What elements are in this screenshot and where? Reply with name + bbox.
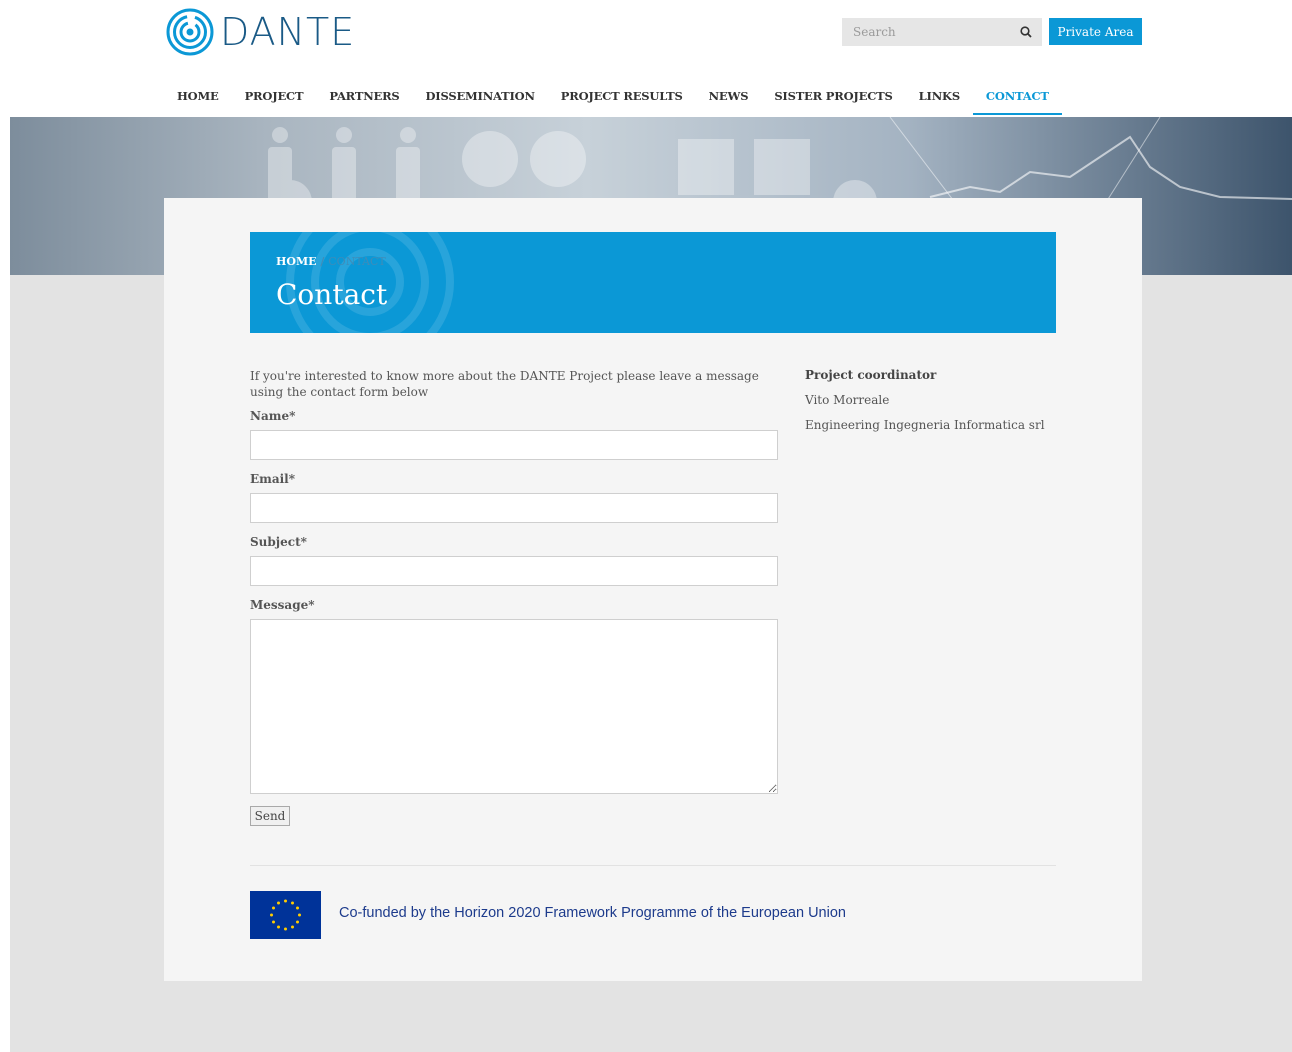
main-nav: HOME PROJECT PARTNERS DISSEMINATION PROJ… [164,80,1062,117]
nav-partners[interactable]: PARTNERS [316,80,412,115]
email-field[interactable] [250,493,778,523]
search-input[interactable] [842,18,1010,46]
nav-sister-projects[interactable]: SISTER PROJECTS [761,80,905,115]
message-label: Message* [250,598,315,612]
send-button[interactable]: Send [250,806,290,826]
nav-project[interactable]: PROJECT [232,80,317,115]
site-logo[interactable]: DANTE [166,8,355,56]
nav-dissemination[interactable]: DISSEMINATION [413,80,548,115]
logo-text: DANTE [220,10,356,54]
nav-links[interactable]: LINKS [906,80,973,115]
search-button[interactable] [1010,18,1042,46]
coordinator-title: Project coordinator [805,368,937,382]
page-title-bar: HOME / CONTACT Contact [250,232,1056,333]
private-area-button[interactable]: Private Area [1049,18,1142,45]
name-label: Name* [250,409,296,423]
coordinator-organization: Engineering Ingegneria Informatica srl [805,418,1045,432]
message-field[interactable] [250,619,778,794]
nav-home[interactable]: HOME [164,80,232,115]
site-header: DANTE Private Area HOME PROJECT PARTNERS… [0,0,1292,117]
breadcrumb-current: CONTACT [328,255,386,268]
form-intro: If you're interested to know more about … [250,369,759,399]
nav-project-results[interactable]: PROJECT RESULTS [548,80,696,115]
breadcrumb-separator: / [320,255,325,268]
footer-divider [250,865,1056,866]
name-field[interactable] [250,430,778,460]
breadcrumb: HOME / CONTACT [276,255,386,268]
nav-news[interactable]: NEWS [696,80,762,115]
page-title: Contact [276,278,388,311]
subject-label: Subject* [250,535,307,549]
email-label: Email* [250,472,296,486]
subject-field[interactable] [250,556,778,586]
search-box [842,18,1042,46]
nav-contact[interactable]: CONTACT [972,80,1062,115]
funding-text: Co-funded by the Horizon 2020 Framework … [339,905,846,921]
dante-logo-icon [166,8,214,56]
eu-flag-icon [250,891,321,939]
search-icon [1020,26,1032,38]
breadcrumb-home[interactable]: HOME [276,255,317,268]
coordinator-name: Vito Morreale [805,393,890,407]
